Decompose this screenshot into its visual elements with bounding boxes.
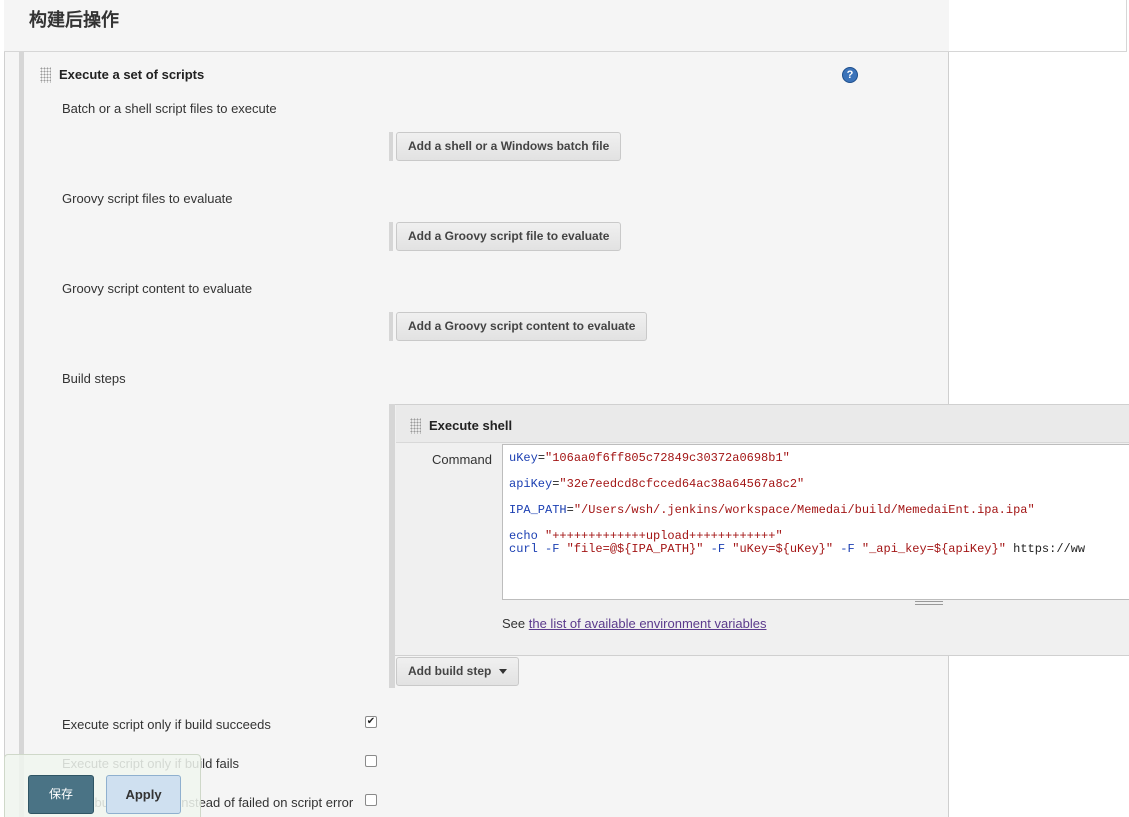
option-succeeds-checkbox[interactable]: ✔ — [365, 716, 377, 728]
code-operator: = — [566, 503, 574, 517]
code-string: "_api_key=${apiKey}" — [861, 542, 1006, 556]
save-button[interactable]: 保存 — [28, 775, 94, 814]
command-line: IPA_PATH="/Users/wsh/.jenkins/workspace/… — [509, 503, 1035, 517]
drag-handle-icon[interactable] — [40, 67, 51, 83]
add-shell-file-wrap: Add a shell or a Windows batch file — [389, 132, 622, 161]
option-unstable-checkbox[interactable] — [365, 794, 377, 806]
code-keyword: curl -F — [509, 542, 567, 556]
apply-button[interactable]: Apply — [106, 775, 181, 814]
block-accent-bar — [19, 52, 24, 817]
add-groovy-file-wrap: Add a Groovy script file to evaluate — [389, 222, 622, 251]
add-groovy-file-button[interactable]: Add a Groovy script file to evaluate — [396, 222, 622, 251]
command-line: apiKey="32e7eedcd8cfcced64ac38a64567a8c2… — [509, 477, 804, 491]
code-keyword: echo — [509, 529, 538, 543]
code-string: "uKey=${uKey}" — [732, 542, 834, 556]
command-line: echo "+++++++++++++upload++++++++++++" — [509, 529, 783, 543]
add-shell-file-button[interactable]: Add a shell or a Windows batch file — [396, 132, 622, 161]
code-url: https://ww — [1005, 542, 1086, 556]
code-variable: apiKey — [509, 477, 553, 491]
right-column-header — [949, 0, 1127, 52]
groovy-files-label: Groovy script files to evaluate — [62, 191, 233, 206]
help-icon[interactable]: ? — [842, 67, 858, 83]
add-build-step-label: Add build step — [408, 664, 492, 678]
add-build-step-wrap: Add build step — [389, 657, 520, 688]
build-step-accent-bar — [389, 404, 395, 688]
execute-scripts-title: Execute a set of scripts — [59, 67, 205, 82]
execute-shell-title: Execute shell — [429, 418, 513, 433]
env-vars-link[interactable]: the list of available environment variab… — [529, 616, 767, 631]
section-title: 构建后操作 — [29, 10, 119, 30]
code-variable: IPA_PATH — [509, 503, 567, 517]
code-flag: -F — [703, 542, 733, 556]
option-succeeds-label: Execute script only if build succeeds — [62, 717, 271, 732]
code-variable: uKey — [509, 451, 538, 465]
env-vars-note: See the list of available environment va… — [502, 616, 767, 631]
code-string: "/Users/wsh/.jenkins/workspace/Memedai/b… — [573, 503, 1035, 517]
batch-files-label: Batch or a shell script files to execute — [62, 101, 277, 116]
code-string: "32e7eedcd8cfcced64ac38a64567a8c2" — [559, 477, 805, 491]
add-build-step-button[interactable]: Add build step — [396, 657, 520, 686]
button-accent-bar — [389, 222, 393, 251]
add-groovy-content-button[interactable]: Add a Groovy script content to evaluate — [396, 312, 648, 341]
button-accent-bar — [389, 657, 393, 688]
page: 构建后操作 Execute a set of scripts ? Batch o… — [0, 0, 1129, 817]
button-accent-bar — [389, 132, 393, 161]
button-accent-bar — [389, 312, 393, 341]
caret-down-icon — [499, 669, 508, 675]
section-header: 构建后操作 — [4, 0, 949, 52]
command-textarea[interactable]: uKey="106aa0f6ff805c72849c30372a0698b1" … — [502, 444, 1129, 600]
code-string: "+++++++++++++upload++++++++++++" — [545, 529, 783, 543]
command-line: uKey="106aa0f6ff805c72849c30372a0698b1" — [509, 451, 790, 465]
add-groovy-content-wrap: Add a Groovy script content to evaluate — [389, 312, 648, 341]
drag-handle-icon[interactable] — [410, 418, 421, 434]
groovy-content-label: Groovy script content to evaluate — [62, 281, 253, 296]
code-string: "file=@${IPA_PATH}" — [566, 542, 704, 556]
code-operator: = — [537, 451, 546, 465]
code-string: "106aa0f6ff805c72849c30372a0698b1" — [545, 451, 790, 465]
resize-grip-icon[interactable] — [915, 601, 943, 605]
command-label: Command — [432, 452, 492, 467]
build-steps-label: Build steps — [62, 371, 126, 386]
command-line: curl -F "file=@${IPA_PATH}" -F "uKey=${u… — [509, 542, 1085, 556]
option-fails-checkbox[interactable] — [365, 755, 377, 767]
code-flag: -F — [833, 542, 862, 556]
env-vars-prefix: See — [502, 616, 529, 631]
